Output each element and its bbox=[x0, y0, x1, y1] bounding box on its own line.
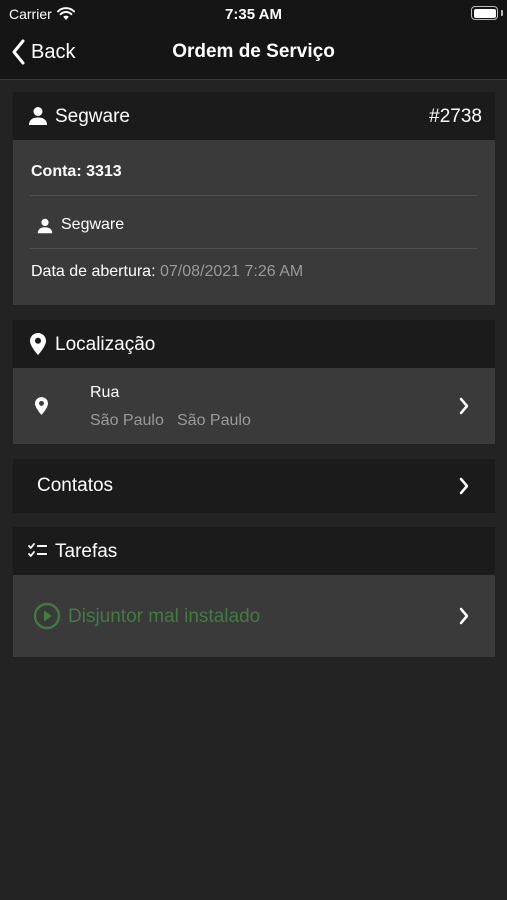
person-icon bbox=[29, 107, 47, 125]
responsible-name: Segware bbox=[61, 216, 125, 233]
page-title: Ordem de Serviço bbox=[172, 41, 335, 62]
person-icon bbox=[37, 218, 53, 234]
order-header: Segware #2738 bbox=[13, 92, 495, 140]
play-circle-icon bbox=[33, 602, 61, 630]
battery-tip bbox=[501, 10, 503, 16]
account-label: Conta: 3313 bbox=[31, 163, 122, 180]
chevron-right-icon bbox=[459, 477, 469, 495]
contacts-row[interactable]: Contatos bbox=[13, 459, 495, 513]
opening-date-value: 07/08/2021 7:26 AM bbox=[159, 263, 304, 280]
task-label: Disjuntor mal instalado bbox=[68, 606, 261, 627]
order-details-card: Conta: 3313 Segware Data de abertura: 07… bbox=[13, 140, 495, 305]
task-item[interactable]: Disjuntor mal instalado bbox=[13, 575, 495, 657]
chevron-right-icon bbox=[459, 607, 469, 625]
location-pin-icon bbox=[35, 397, 48, 415]
navigation-bar: Back Ordem de Serviço bbox=[0, 28, 507, 80]
tasks-header: Tarefas bbox=[13, 527, 495, 575]
order-number: #2738 bbox=[429, 106, 482, 127]
opening-date-label: Data de abertura: bbox=[31, 263, 156, 280]
status-time: 7:35 AM bbox=[225, 6, 282, 23]
location-header: Localização bbox=[13, 320, 495, 368]
client-name: Segware bbox=[55, 106, 130, 127]
state-label: São Paulo bbox=[177, 412, 251, 429]
location-section-label: Localização bbox=[55, 334, 156, 355]
battery-icon bbox=[471, 6, 498, 20]
location-row[interactable]: Rua São Paulo São Paulo bbox=[13, 368, 495, 444]
divider bbox=[30, 195, 478, 196]
chevron-right-icon bbox=[459, 397, 469, 415]
opening-date-row: Data de abertura: 07/08/2021 7:26 AM bbox=[31, 263, 303, 281]
street-label: Rua bbox=[90, 384, 120, 401]
divider bbox=[30, 248, 478, 249]
status-bar: Carrier 7:35 AM bbox=[0, 0, 507, 28]
location-pin-icon bbox=[30, 333, 46, 355]
city-label: São Paulo bbox=[90, 412, 164, 429]
contacts-label: Contatos bbox=[37, 475, 114, 496]
checklist-icon bbox=[28, 543, 47, 557]
tasks-section-label: Tarefas bbox=[55, 541, 118, 562]
